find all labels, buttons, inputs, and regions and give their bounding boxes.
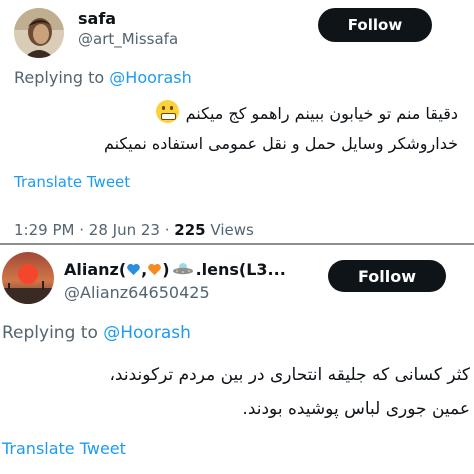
tweet-text-line: دقیقا منم تو خیابون ببینم راهمو کج میکنم xyxy=(18,99,458,129)
blue-heart-icon xyxy=(127,263,140,275)
follow-button[interactable]: Follow xyxy=(318,8,432,42)
meta-separator: · xyxy=(79,221,85,239)
tweet-text-line-2: عمین جوری لباس پوشیده بودند. xyxy=(242,399,470,419)
tweet-text: کثر کسانی که جلیقه انتحاری در بین مردم ت… xyxy=(0,358,470,426)
views-label: Views xyxy=(210,221,254,239)
reply-mention-link[interactable]: @Hoorash xyxy=(109,68,191,87)
display-name-part: .lens(L3... xyxy=(195,259,286,279)
tweet-text-line-1: دقیقا منم تو خیابون ببینم راهمو کج میکنم xyxy=(185,104,458,123)
translate-tweet-link[interactable]: Translate Tweet xyxy=(2,439,126,458)
views-count: 225 xyxy=(174,221,206,239)
display-name[interactable]: safa xyxy=(78,9,116,28)
tweet-card: safa @art_Missafa Follow Replying to @Ho… xyxy=(0,0,474,243)
replying-to-label: Replying to xyxy=(14,68,105,87)
replying-to-label: Replying to xyxy=(2,323,98,343)
display-name[interactable]: Alianz( , ) .lens(L3... xyxy=(64,258,286,280)
display-name-part: Alianz( xyxy=(64,259,127,279)
ufo-icon xyxy=(172,263,193,275)
user-handle[interactable]: @Alianz64650425 xyxy=(64,283,210,302)
follow-button[interactable]: Follow xyxy=(328,260,446,292)
display-name-part: ) xyxy=(162,259,170,279)
replying-to: Replying to @Hoorash xyxy=(2,323,191,343)
orange-heart-icon xyxy=(148,263,162,275)
tweet-text-line-1: کثر کسانی که جلیقه انتحاری در بین مردم ت… xyxy=(109,365,470,385)
translate-tweet-link[interactable]: Translate Tweet xyxy=(14,173,130,191)
replying-to: Replying to @Hoorash xyxy=(14,68,192,87)
tweet-text-line-2: خداروشکر وسایل حمل و نقل عمومی استفاده ن… xyxy=(103,134,458,153)
reply-mention-link[interactable]: @Hoorash xyxy=(103,323,191,343)
tweet-meta: 1:29 PM · 28 Jun 23 · 225 Views xyxy=(14,221,254,239)
tweet-text: دقیقا منم تو خیابون ببینم راهمو کج میکنم… xyxy=(18,99,458,159)
avatar[interactable] xyxy=(2,252,54,304)
user-handle[interactable]: @art_Missafa xyxy=(78,30,178,48)
meta-separator: · xyxy=(164,221,170,239)
grimacing-face-icon xyxy=(155,100,179,123)
tweet-time[interactable]: 1:29 PM xyxy=(14,221,74,239)
tweet-card: Alianz( , ) .lens(L3... @Alianz64650425 … xyxy=(0,244,474,474)
avatar[interactable] xyxy=(14,8,64,58)
tweet-date[interactable]: 28 Jun 23 xyxy=(89,221,160,239)
